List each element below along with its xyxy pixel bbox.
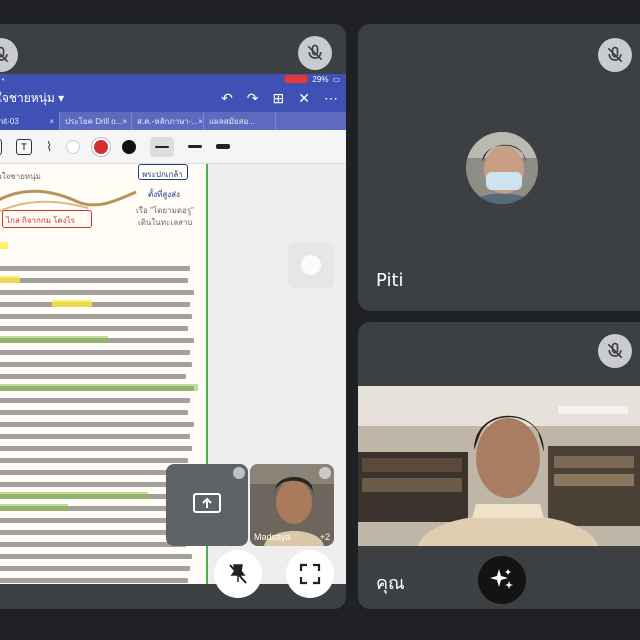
battery-level: 29% [312,74,329,84]
drawing-toolbar: T ⌇ [0,130,346,164]
highlight [0,492,148,499]
text-line [0,446,192,451]
mini-cam-mic-off-icon [319,467,331,479]
lasso-tool-icon[interactable]: ⌇ [46,139,52,155]
text-line [0,542,186,547]
unpin-button[interactable] [214,550,262,598]
participant-tile-piti[interactable]: Piti [358,24,640,311]
tab-unit-03[interactable]: Unit-03× [0,112,60,130]
status-dots: ••• [0,74,6,84]
ink-note-1: พระปกเกล้า [142,170,183,179]
pin-off-icon [229,564,247,584]
ink-box-text: ไกล กิจากกม โดงไร [6,216,75,225]
present-screen-icon [193,493,221,513]
color-red[interactable] [94,139,109,154]
text-line [0,362,192,367]
recording-indicator [284,75,309,83]
mini-mic-off-icon [233,467,245,479]
highlight [0,384,198,391]
color-white[interactable] [66,139,81,154]
text-line [0,398,190,403]
text-line [0,326,188,331]
notes-app-titlebar: ใจชายหนุ่ม ▾ ↶ ↷ ⊞ ✕ ⋯ [0,84,346,112]
mic-off-icon [0,38,18,72]
assistive-touch-icon [301,255,321,275]
text-line [0,422,194,427]
stroke-thin-selected[interactable] [150,136,175,157]
presenting-tile[interactable] [166,464,248,546]
text-line [0,350,190,355]
participant-name: Piti [376,270,404,291]
text-line [0,470,194,475]
self-camera-video [358,386,640,546]
close-icon[interactable]: ✕ [298,90,310,107]
tab-close-icon[interactable]: × [198,117,203,126]
highlight [52,300,92,307]
effects-button[interactable] [478,556,526,604]
battery-icon: ▭ [332,74,340,84]
avatar [466,132,538,204]
sparkle-icon [490,569,513,589]
mic-off-icon [598,334,632,368]
mini-participant-tile[interactable]: Madsaya +2 [250,464,334,546]
fullscreen-button[interactable] [286,550,334,598]
participant-name: คุณ [376,573,405,594]
stroke-thick[interactable] [216,144,231,149]
text-line [0,374,186,379]
meeting-grid: ••• 29% ▭ ใจชายหนุ่ม ▾ ↶ ↷ ⊞ ✕ ⋯ Unit-0 [0,0,640,640]
mic-off-icon [598,38,632,72]
text-tool-icon[interactable]: T [16,138,32,155]
text-line [0,434,190,439]
text-line [0,518,194,523]
eraser-tool-icon[interactable] [0,138,2,155]
text-line [0,278,188,283]
text-line [0,554,192,559]
undo-icon[interactable]: ↶ [221,90,233,107]
text-line [0,266,190,271]
screen-share-mic-off-icon [298,36,332,70]
tab-grammar[interactable]: ส.ค.-หลักภาษา-... × [132,112,204,130]
redo-icon[interactable]: ↷ [247,90,259,107]
highlight [0,242,8,249]
assistive-touch-button[interactable] [288,242,334,288]
color-black[interactable] [122,139,137,154]
stroke-medium[interactable] [188,145,203,148]
highlight [0,336,108,343]
text-line [0,302,190,307]
overflow-count[interactable]: +2 [320,532,330,542]
text-line [0,410,188,415]
text-line [0,458,188,463]
ink-note-4: เดินในทะเลสาบ [138,218,193,227]
tablet-status-bar: ••• 29% ▭ [0,74,346,84]
highlight [0,504,68,511]
text-line [0,290,194,295]
highlight [0,276,20,283]
tab-drill[interactable]: ประโยค Drill o... × [60,112,132,130]
tab-lesson-plan[interactable]: แผลสมัยสอ... [204,112,276,130]
doc-tab-bar: Unit-03× ประโยค Drill o...× ส.ค.-หลักภาษ… [0,112,346,130]
screen-share-tile[interactable]: ••• 29% ▭ ใจชายหนุ่ม ▾ ↶ ↷ ⊞ ✕ ⋯ Unit-0 [0,24,346,609]
text-line [0,566,190,571]
ink-note-2: ตั้งที่สูงส่ง [148,190,180,199]
text-line [0,530,190,535]
text-line [0,314,192,319]
text-line [0,578,188,583]
more-icon[interactable]: ⋯ [324,90,338,107]
doc-title[interactable]: ใจชายหนุ่ม ▾ [0,89,221,108]
fullscreen-icon [299,563,321,585]
add-page-icon[interactable]: ⊞ [273,90,285,107]
text-line [0,482,190,487]
mini-participant-name: Madsaya [254,532,291,542]
participant-tile-self[interactable]: คุณ [358,322,640,609]
tab-close-icon[interactable]: × [122,117,127,126]
tab-close-icon[interactable]: × [49,117,54,126]
